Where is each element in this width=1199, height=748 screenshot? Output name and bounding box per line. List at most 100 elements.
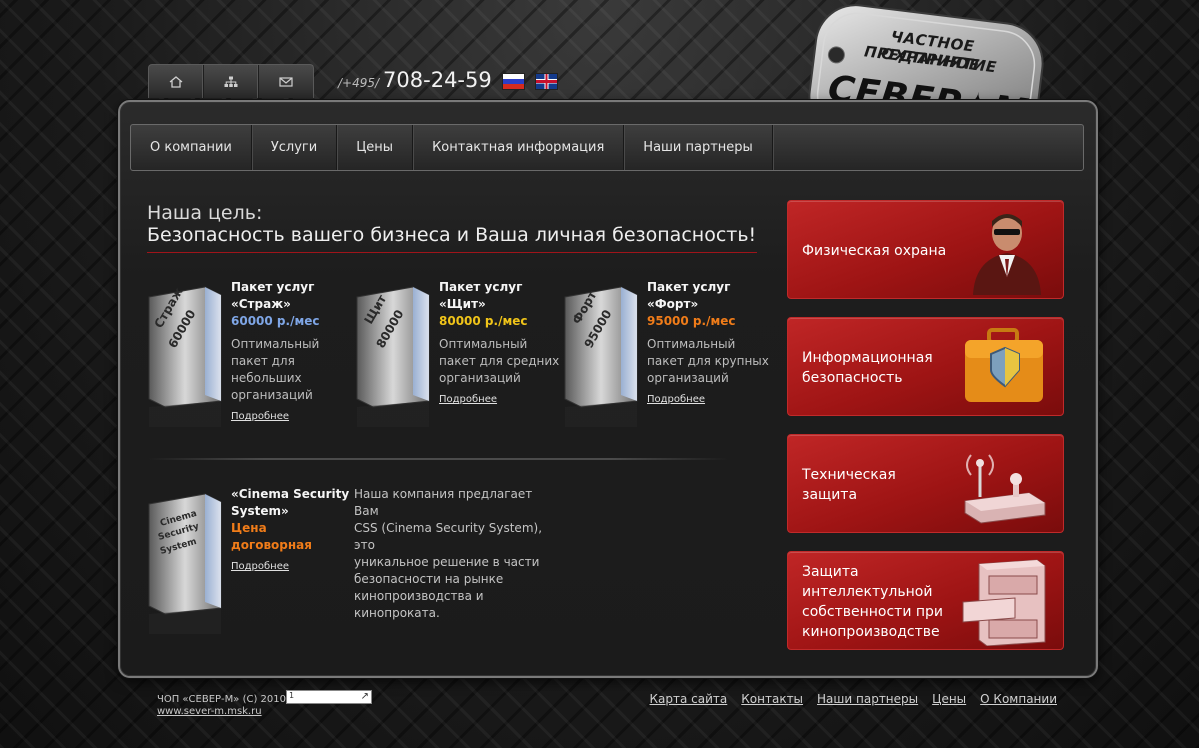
footer-links: Карта сайта Контакты Наши партнеры Цены … [650, 692, 1057, 706]
service-label-line: кинопроизводстве [802, 624, 940, 640]
desc-line: Оптимальный [647, 337, 736, 351]
service-label: Физическая охрана [802, 243, 947, 259]
package-description: Оптимальный пакет для небольших организа… [231, 336, 359, 404]
package-price: Цена [231, 521, 267, 535]
heading-divider [147, 252, 757, 253]
package-text: «Cinema Security System» Цена договорная… [231, 486, 359, 573]
goal-heading: Наша цель: [147, 202, 263, 224]
service-label-line: защита [802, 487, 858, 503]
mail-tab[interactable] [259, 65, 313, 98]
package-strazh: Страж 60000 Пакет услуг «Страж» 60000 р.… [147, 279, 347, 449]
package-box-icon: Страж 60000 [148, 285, 222, 427]
package-price-value: договорная [231, 538, 312, 552]
package-text: Пакет услуг «Щит» 80000 р./мес Оптимальн… [439, 279, 567, 406]
cinema-description: Наша компания предлагает Вам CSS (Cinema… [354, 486, 554, 622]
guard-icon [973, 214, 1041, 295]
desc-line: организаций [647, 371, 729, 385]
package-price: 60000 р./мес [231, 314, 320, 328]
sitemap-tab[interactable] [204, 65, 259, 98]
service-information-security[interactable]: Информационная безопасность [787, 317, 1064, 416]
more-link[interactable]: Подробнее [647, 394, 705, 405]
visit-counter[interactable]: 1 ↗ [286, 690, 372, 704]
service-label-line: интеллектульной [802, 584, 933, 600]
nav-item-prices[interactable]: Цены [337, 125, 414, 170]
service-technical-protection[interactable]: Техническая защита [787, 434, 1064, 533]
package-name: System» [231, 504, 289, 518]
service-label-line: безопасность [802, 370, 903, 386]
service-label-line: Защита [802, 564, 859, 580]
desc-line: Оптимальный [231, 337, 320, 351]
desc-line: организаций [439, 371, 521, 385]
more-link[interactable]: Подробнее [231, 411, 289, 422]
footer-link-prices[interactable]: Цены [932, 692, 966, 706]
more-link[interactable]: Подробнее [231, 561, 289, 572]
goal-statement: Безопасность вашего бизнеса и Ваша лична… [147, 224, 757, 246]
main-navigation: О компании Услуги Цены Контактная информ… [130, 124, 1084, 171]
package-fort: Форт 95000 Пакет услуг «Форт» 95000 р./м… [563, 279, 769, 449]
desc-line: пакет для средних [439, 354, 560, 368]
service-label: Защита интеллектульной собственности при… [802, 562, 943, 642]
package-title: Пакет услуг [231, 280, 315, 294]
device-antenna-icon [964, 454, 1046, 524]
phone-main: 708-24-59 [383, 68, 492, 92]
nav-item-services[interactable]: Услуги [252, 125, 338, 170]
service-label-line: собственности при [802, 604, 944, 620]
package-title: Пакет услуг [647, 280, 731, 294]
desc-line: Оптимальный [439, 337, 528, 351]
package-price: 95000 р./мес [647, 314, 736, 328]
service-label-line: Информационная [802, 350, 933, 366]
nav-item-partners[interactable]: Наши партнеры [624, 125, 773, 170]
service-label: Информационная безопасность [802, 348, 933, 388]
mail-icon [279, 76, 293, 87]
footer-link-sitemap[interactable]: Карта сайта [650, 692, 728, 706]
package-name: «Страж» [231, 297, 291, 311]
arrow-up-right-icon: ↗ [360, 691, 369, 702]
desc-line: Наша компания предлагает Вам [354, 487, 533, 518]
site-url-link[interactable]: www.sever-m.msk.ru [157, 706, 262, 717]
package-box-icon: Cinema Security System [148, 493, 222, 634]
nav-item-contacts[interactable]: Контактная информация [413, 125, 625, 170]
desc-line: CSS (Cinema Security System), это [354, 521, 543, 552]
desc-line: пакет для [231, 354, 295, 368]
package-price: 80000 р./мес [439, 314, 528, 328]
package-shchit: Щит 80000 Пакет услуг «Щит» 80000 р./мес… [355, 279, 559, 449]
package-box-icon: Щит 80000 [356, 286, 430, 427]
more-link[interactable]: Подробнее [439, 394, 497, 405]
desc-line: уникальное решение в части [354, 555, 540, 569]
icon-tab-bar [148, 64, 314, 98]
english-flag-icon[interactable] [535, 73, 558, 90]
desc-line: кинопроизводства и [354, 589, 484, 603]
sitemap-icon [224, 76, 238, 87]
counter-value: 1 [289, 691, 295, 700]
phone-code: /+495/ [338, 76, 380, 90]
copyright: ЧОП «СЕВЕР-М» (С) 2010 [157, 694, 286, 705]
file-cabinet-icon [962, 559, 1046, 646]
service-label: Техническая защита [802, 465, 896, 505]
service-intellectual-property[interactable]: Защита интеллектульной собственности при… [787, 551, 1064, 650]
package-name: «Форт» [647, 297, 699, 311]
package-description: Оптимальный пакет для средних организаци… [439, 336, 567, 387]
section-divider [148, 458, 728, 460]
package-title: Пакет услуг [439, 280, 523, 294]
phone-number: /+495/ 708-24-59 [338, 68, 492, 92]
desc-line: организаций [231, 388, 313, 402]
desc-line: пакет для крупных [647, 354, 769, 368]
service-physical-security[interactable]: Физическая охрана [787, 200, 1064, 299]
service-label-line: Техническая [802, 467, 896, 483]
russian-flag-icon[interactable] [502, 73, 525, 90]
desc-line: небольших [231, 371, 302, 385]
package-text: Пакет услуг «Страж» 60000 р./мес Оптимал… [231, 279, 359, 423]
package-title: «Cinema Security [231, 487, 350, 501]
home-icon [169, 75, 183, 88]
desc-line: кинопроката. [354, 606, 440, 620]
package-name: «Щит» [439, 297, 486, 311]
desc-line: безопасности на рынке [354, 572, 504, 586]
footer-link-partners[interactable]: Наши партнеры [817, 692, 918, 706]
package-text: Пакет услуг «Форт» 95000 р./мес Оптималь… [647, 279, 775, 406]
footer-link-contacts[interactable]: Контакты [741, 692, 803, 706]
briefcase-shield-icon [965, 328, 1043, 402]
footer-link-about[interactable]: О Компании [980, 692, 1057, 706]
nav-item-about[interactable]: О компании [131, 125, 252, 170]
home-tab[interactable] [149, 65, 204, 98]
package-cinema: Cinema Security System «Cinema Security … [147, 486, 349, 656]
